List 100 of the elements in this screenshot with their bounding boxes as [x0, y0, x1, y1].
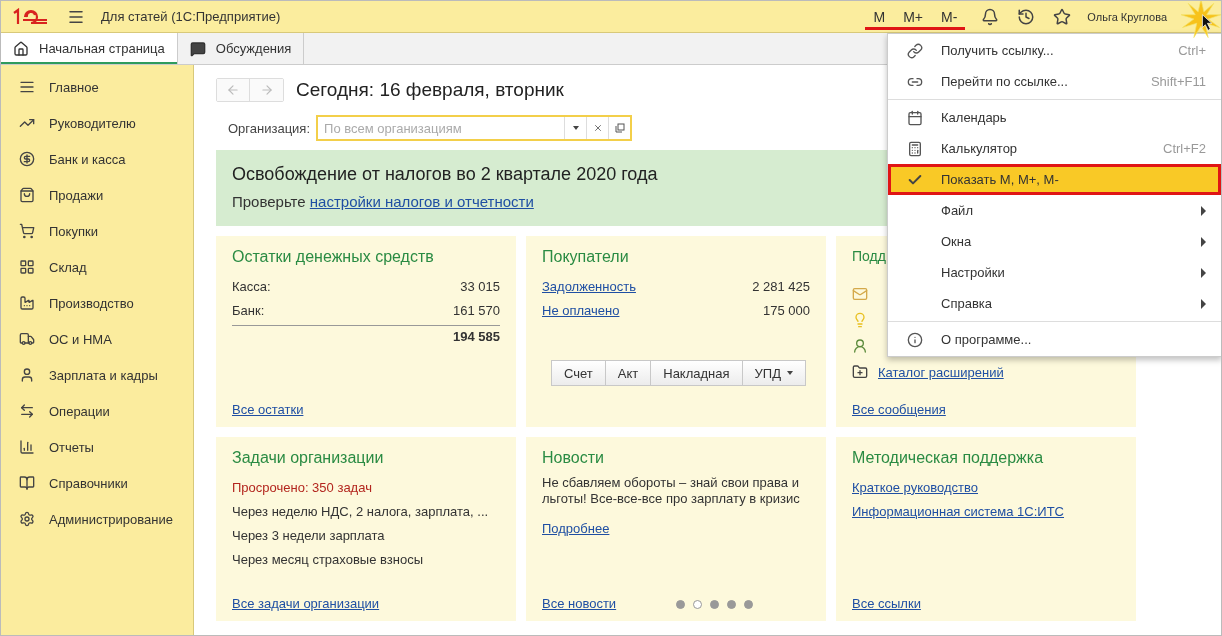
all-tasks-link[interactable]: Все задачи организации: [232, 596, 380, 611]
factory-icon: [19, 295, 35, 311]
sidebar-item[interactable]: Справочники: [1, 465, 193, 501]
person-icon: [852, 338, 868, 354]
shortcut-text: Ctrl+: [1178, 43, 1206, 58]
page-title: Сегодня: 16 февраля, вторник: [296, 79, 564, 101]
sidebar-item[interactable]: Зарплата и кадры: [1, 357, 193, 393]
card-title: Подд: [852, 248, 886, 264]
amount-text: 33 015: [460, 278, 500, 294]
row-label: Банк:: [232, 302, 265, 318]
page-dot[interactable]: [710, 600, 719, 609]
document-button[interactable]: УПД: [741, 360, 806, 386]
windows-icon: [614, 123, 625, 133]
card-title: Покупатели: [542, 248, 629, 266]
document-button[interactable]: Акт: [604, 360, 652, 386]
arrows-icon: [19, 403, 35, 419]
memory-button[interactable]: M-: [934, 6, 964, 27]
row-link[interactable]: Не оплачено: [542, 302, 620, 318]
page-dot[interactable]: [676, 600, 685, 609]
menu-item[interactable]: Калькулятор Ctrl+F2: [888, 133, 1221, 164]
coin-icon: [19, 151, 35, 167]
all-messages-link[interactable]: Все сообщения: [852, 402, 946, 417]
submenu-arrow-icon: [1201, 205, 1206, 216]
menu-item[interactable]: Перейти по ссылке... Shift+F11: [888, 66, 1221, 97]
tab[interactable]: Начальная страница: [1, 33, 178, 64]
window-title: Для статей (1С:Предприятие): [101, 9, 281, 24]
page-dot[interactable]: [727, 600, 736, 609]
settings-link[interactable]: настройки налогов и отчетности: [309, 193, 534, 210]
list-icon: [19, 79, 35, 95]
calculator-icon: [907, 140, 923, 157]
page-dot[interactable]: [693, 600, 702, 609]
caret-icon: [786, 371, 793, 375]
user-name[interactable]: Ольга Круглова: [1087, 10, 1167, 23]
page-dot[interactable]: [744, 600, 753, 609]
sidebar-item[interactable]: Отчеты: [1, 429, 193, 465]
amount-text: 175 000: [763, 302, 810, 318]
grid-icon: [19, 259, 35, 275]
cart-icon: [19, 223, 35, 239]
truck-icon: [19, 331, 35, 347]
row-label: Касса:: [232, 278, 271, 294]
menu-item[interactable]: Показать M, M+, M-: [888, 164, 1221, 195]
close-icon: [592, 123, 603, 133]
card-title: Новости: [542, 449, 604, 467]
bar-chart-icon: [19, 439, 35, 455]
home-icon: [13, 40, 29, 57]
folder-icon: [852, 364, 868, 380]
banner-title: Освобождение от налогов во 2 квартале 2020 года: [232, 164, 658, 185]
envelope-icon: [852, 286, 868, 302]
card-title: Методическая поддержка: [852, 449, 1044, 467]
sidebar-item[interactable]: Руководителю: [1, 105, 193, 141]
sidebar-item[interactable]: Склад: [1, 249, 193, 285]
calendar-icon: [907, 109, 923, 126]
card-title: Остатки денежных средств: [232, 248, 434, 266]
total-amount: 194 585: [453, 329, 500, 344]
lightbulb-icon: [852, 312, 868, 328]
shortcut-text: Ctrl+F2: [1163, 141, 1206, 156]
menu-item[interactable]: Настройки: [888, 257, 1221, 288]
submenu-arrow-icon: [1201, 236, 1206, 247]
menu-item[interactable]: Календарь: [888, 102, 1221, 133]
extensions-link[interactable]: Каталог расширений: [878, 364, 1004, 380]
person-icon: [19, 367, 35, 383]
submenu-arrow-icon: [1201, 267, 1206, 278]
row-link[interactable]: Задолженность: [542, 278, 636, 294]
support-link[interactable]: Информационная система 1С:ИТС: [852, 503, 1064, 519]
menu-item[interactable]: О программе...: [888, 324, 1221, 355]
arrow-left-icon: [226, 83, 240, 97]
task-text: Через неделю НДС, 2 налога, зарплата, ...: [232, 502, 490, 521]
news-text: Не сбавляем обороты – знай свои права и льготы! Все-все-все про зарплату в кризис: [542, 475, 801, 507]
all-balances-link[interactable]: Все остатки: [232, 402, 304, 417]
info-icon: [907, 331, 923, 348]
caret-icon: [572, 126, 579, 130]
menu-item[interactable]: Получить ссылку... Ctrl+: [888, 35, 1221, 66]
all-news-link[interactable]: Все новости: [542, 596, 617, 611]
settings-icon: [19, 511, 35, 527]
memory-button[interactable]: M: [867, 6, 892, 27]
task-text: Через 3 недели зарплата: [232, 526, 386, 545]
sidebar-item[interactable]: Банк и касса: [1, 141, 193, 177]
support-link[interactable]: Краткое руководство: [852, 479, 978, 495]
organization-combobox[interactable]: По всем организациям: [316, 115, 633, 141]
book-icon: [19, 475, 35, 491]
chat-icon: [189, 40, 206, 57]
menu-item[interactable]: Справка: [888, 288, 1221, 319]
sidebar-item[interactable]: Покупки: [1, 213, 193, 249]
memory-button[interactable]: M+: [897, 6, 929, 27]
menu-item[interactable]: Окна: [888, 226, 1221, 257]
sidebar-item[interactable]: ОС и НМА: [1, 321, 193, 357]
sidebar-item[interactable]: Продажи: [1, 177, 193, 213]
more-link[interactable]: Подробнее: [542, 521, 610, 536]
all-links-link[interactable]: Все ссылки: [852, 596, 921, 611]
bag-icon: [19, 187, 35, 203]
sidebar-item[interactable]: Главное: [1, 69, 193, 105]
sidebar-item[interactable]: Операции: [1, 393, 193, 429]
link-icon: [907, 42, 923, 59]
menu-item[interactable]: Файл: [888, 195, 1221, 226]
card-title: Задачи организации: [232, 449, 384, 467]
amount-text: 161 570: [453, 302, 500, 318]
sidebar-item[interactable]: Администрирование: [1, 501, 193, 537]
document-button[interactable]: Накладная: [650, 360, 743, 386]
sidebar-item[interactable]: Производство: [1, 285, 193, 321]
document-button[interactable]: Счет: [551, 360, 606, 386]
